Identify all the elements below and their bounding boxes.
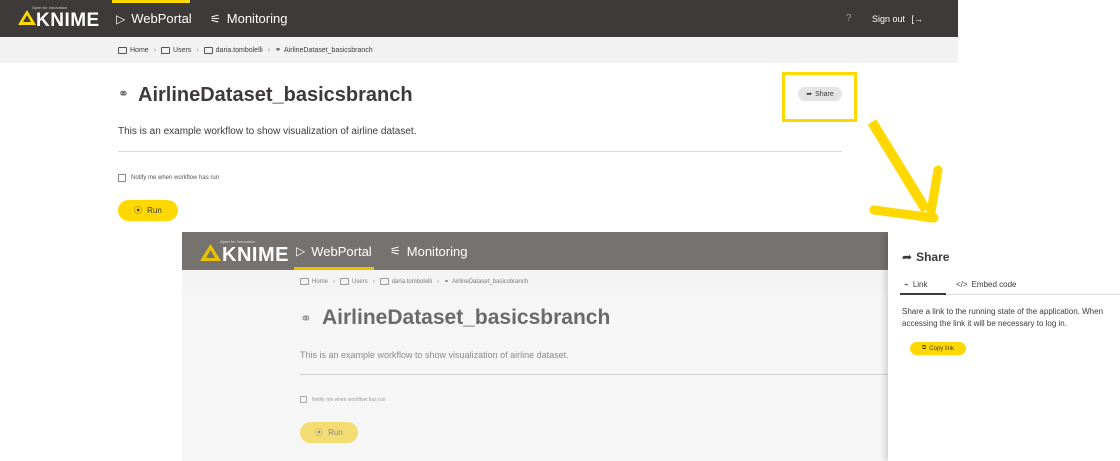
workflow-description: This is an example workflow to show visu… xyxy=(300,350,569,360)
knime-logo[interactable]: Open for Innovation KNIME xyxy=(18,5,99,33)
breadcrumb-item[interactable]: Home xyxy=(312,279,328,285)
code-icon: </> xyxy=(956,280,968,289)
nav-tab-label: WebPortal xyxy=(131,11,192,26)
breadcrumb-item[interactable]: daria.tombolelli xyxy=(216,47,263,54)
share-panel: ➦ Share ⌁ Link </> Embed code Share a link … xyxy=(888,232,1120,461)
monitoring-icon: ⚟ xyxy=(210,11,221,26)
sign-out-label: Sign out xyxy=(872,14,906,24)
breadcrumb-item[interactable]: Users xyxy=(173,47,191,54)
logo-triangle-icon xyxy=(200,244,221,261)
notify-checkbox-row[interactable]: Notify me when workflow has run xyxy=(300,396,385,403)
notify-checkbox[interactable] xyxy=(300,396,307,403)
nav-tab-webportal[interactable]: ▷ WebPortal xyxy=(112,0,192,37)
share-panel-title: ➦ Share xyxy=(902,250,949,264)
chevron-right-icon: › xyxy=(267,46,271,54)
workflow-title: AirlineDataset_basicsbranch xyxy=(322,306,611,329)
chevron-right-icon: › xyxy=(437,278,440,285)
run-button[interactable]: ⦿ Run xyxy=(118,200,178,221)
sign-out-button[interactable]: Sign out [→ xyxy=(872,14,923,24)
run-icon: ⦿ xyxy=(315,428,324,437)
breadcrumb: Home › Users › daria.tombolelli › ⚭ Airli… xyxy=(300,270,528,293)
breadcrumb-item[interactable]: AirlineDataset_basicsbranch xyxy=(452,279,528,285)
breadcrumb-item[interactable]: daria.tombolelli xyxy=(392,279,432,285)
link-icon: ⌁ xyxy=(904,280,909,289)
notify-label: Notify me when workflow has run xyxy=(312,396,386,403)
workflow-icon: ⚭ xyxy=(118,86,129,101)
folder-icon xyxy=(161,46,171,54)
workflow-icon: ⚭ xyxy=(300,310,312,326)
monitoring-icon: ⚟ xyxy=(390,244,401,258)
folder-icon xyxy=(379,278,389,285)
copy-link-button[interactable]: ⧉ Copy link xyxy=(910,342,966,355)
tab-link[interactable]: ⌁ Link xyxy=(904,280,928,289)
tab-active-indicator xyxy=(900,293,946,295)
logo-wordmark: KNIME xyxy=(222,244,289,266)
share-panel-title-text: Share xyxy=(916,250,950,264)
copy-link-label: Copy link xyxy=(929,345,954,352)
logo-triangle-icon xyxy=(18,10,36,25)
chevron-right-icon: › xyxy=(196,46,199,54)
chevron-right-icon: › xyxy=(372,278,375,285)
nav-tab-monitoring[interactable]: ⚟ Monitoring xyxy=(210,0,287,37)
share-highlight-box xyxy=(782,72,857,122)
nav-tab-label: Monitoring xyxy=(226,11,288,26)
workflow-icon: ⚭ xyxy=(444,279,450,285)
share-icon: ➦ xyxy=(902,250,913,264)
tab-embed-code[interactable]: </> Embed code xyxy=(956,280,1017,289)
notify-checkbox-row[interactable]: Notify me when workflow has run xyxy=(118,174,219,182)
nav-active-indicator xyxy=(112,0,190,3)
breadcrumb-item[interactable]: AirlineDataset_basicsbranch xyxy=(284,47,373,54)
workflow-icon: ⚭ xyxy=(275,47,281,54)
notify-checkbox[interactable] xyxy=(118,174,126,182)
tab-label: Embed code xyxy=(971,280,1017,289)
bottom-screenshot: Open for Innovation KNIME ▷ WebPortal ⚟ … xyxy=(182,232,1120,461)
workflow-title: AirlineDataset_basicsbranch xyxy=(138,84,413,106)
tab-label: Link xyxy=(912,280,928,289)
run-icon: ⦿ xyxy=(134,206,143,215)
play-triangle-icon: ▷ xyxy=(116,11,126,26)
folder-icon xyxy=(340,278,350,285)
folder-icon xyxy=(203,46,213,54)
copy-icon: ⧉ xyxy=(922,345,927,351)
help-icon[interactable]: ? xyxy=(846,13,852,24)
divider xyxy=(300,374,892,375)
play-triangle-icon: ▷ xyxy=(296,244,306,258)
divider xyxy=(118,151,842,152)
nav-tab-label: Monitoring xyxy=(406,243,468,259)
breadcrumb-bar xyxy=(182,270,892,293)
sign-out-icon: [→ xyxy=(911,14,924,24)
workflow-description: This is an example workflow to show visu… xyxy=(118,126,417,137)
nav-tab-label: WebPortal xyxy=(311,243,372,259)
folder-icon xyxy=(300,278,309,285)
run-button[interactable]: ⦿ Run xyxy=(300,422,358,443)
chevron-right-icon: › xyxy=(333,278,336,285)
run-button-label: Run xyxy=(147,206,162,215)
run-button-label: Run xyxy=(328,428,343,437)
nav-tab-monitoring[interactable]: ⚟ Monitoring xyxy=(390,232,467,270)
logo-wordmark: KNIME xyxy=(36,10,100,31)
breadcrumb: Home › Users › daria.tombolelli › ⚭ Airli… xyxy=(118,37,373,63)
breadcrumb-item[interactable]: Users xyxy=(352,279,368,285)
breadcrumb-item[interactable]: Home xyxy=(130,47,149,54)
notify-label: Notify me when workflow has run xyxy=(131,175,220,181)
arrow-icon xyxy=(868,119,943,223)
knime-logo[interactable]: Open for Innovation KNIME xyxy=(200,238,288,266)
chevron-right-icon: › xyxy=(153,46,157,54)
share-panel-description: Share a link to the running state of the… xyxy=(902,307,1104,328)
nav-tab-webportal[interactable]: ▷ WebPortal xyxy=(294,232,374,270)
folder-icon xyxy=(118,46,127,54)
